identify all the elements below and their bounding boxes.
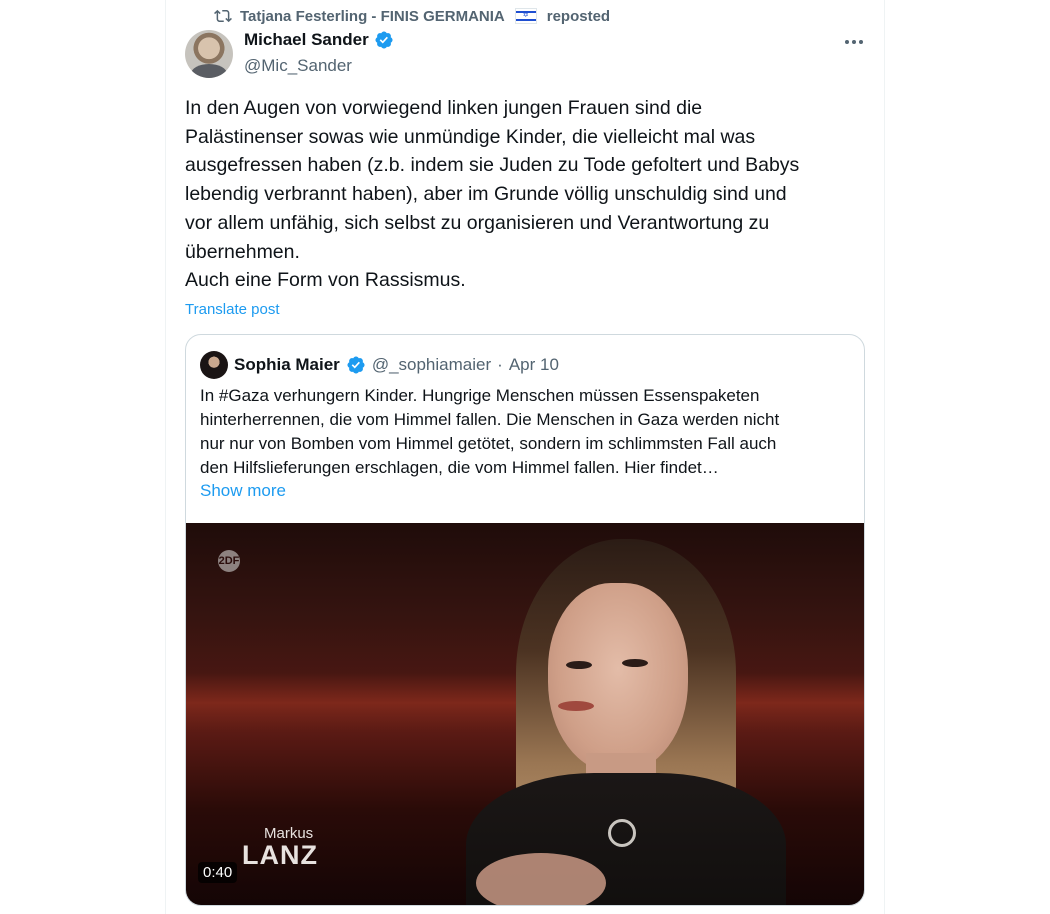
channel-logo-text: 2DF [218, 550, 240, 572]
quote-author-avatar[interactable] [200, 351, 228, 379]
more-options-button[interactable] [840, 28, 868, 56]
repost-label: reposted [546, 7, 611, 25]
show-logo: Markus LANZ [242, 825, 318, 870]
necklace-pendant [608, 819, 636, 847]
author-display-name[interactable]: Michael Sander [244, 30, 369, 50]
video-person-face [548, 583, 688, 773]
video-player[interactable]: 2DF Markus LANZ 0:40 [186, 523, 864, 905]
verified-badge-icon[interactable] [374, 30, 394, 50]
dot-icon [852, 40, 856, 44]
tweet-text: In den Augen von vorwiegend linken junge… [185, 97, 800, 292]
repost-icon [214, 9, 232, 23]
timeline-left-border [165, 0, 166, 914]
quote-text: In #Gaza verhungern Kinder. Hungrige Men… [200, 386, 780, 477]
quote-header: Sophia Maier @_sophiamaier · Apr 10 [200, 351, 559, 379]
video-duration-badge: 0:40 [198, 862, 238, 883]
israel-flag-icon: ✡ [514, 8, 537, 24]
quote-author-name[interactable]: Sophia Maier [234, 355, 340, 375]
author-avatar[interactable] [185, 30, 233, 78]
verified-badge-icon[interactable] [346, 355, 366, 375]
show-logo-big: LANZ [242, 840, 318, 870]
author-name-row: Michael Sander [244, 30, 394, 50]
reposter-name[interactable]: Tatjana Festerling - FINIS GERMANIA [240, 8, 505, 25]
dot-icon [845, 40, 849, 44]
timeline-right-border [884, 0, 885, 914]
quoted-tweet[interactable]: Sophia Maier @_sophiamaier · Apr 10 In #… [185, 334, 865, 906]
zdf-logo: 2DF [218, 550, 240, 572]
translate-post-link[interactable]: Translate post [185, 301, 280, 318]
quote-author-handle[interactable]: @_sophiamaier [372, 355, 491, 375]
show-more-link[interactable]: Show more [200, 481, 286, 501]
quote-date[interactable]: Apr 10 [509, 355, 559, 375]
repost-context[interactable]: Tatjana Festerling - FINIS GERMANIA ✡ re… [214, 6, 610, 26]
author-handle[interactable]: @Mic_Sander [244, 56, 352, 76]
dot-icon [859, 40, 863, 44]
quote-separator: · [497, 355, 503, 374]
